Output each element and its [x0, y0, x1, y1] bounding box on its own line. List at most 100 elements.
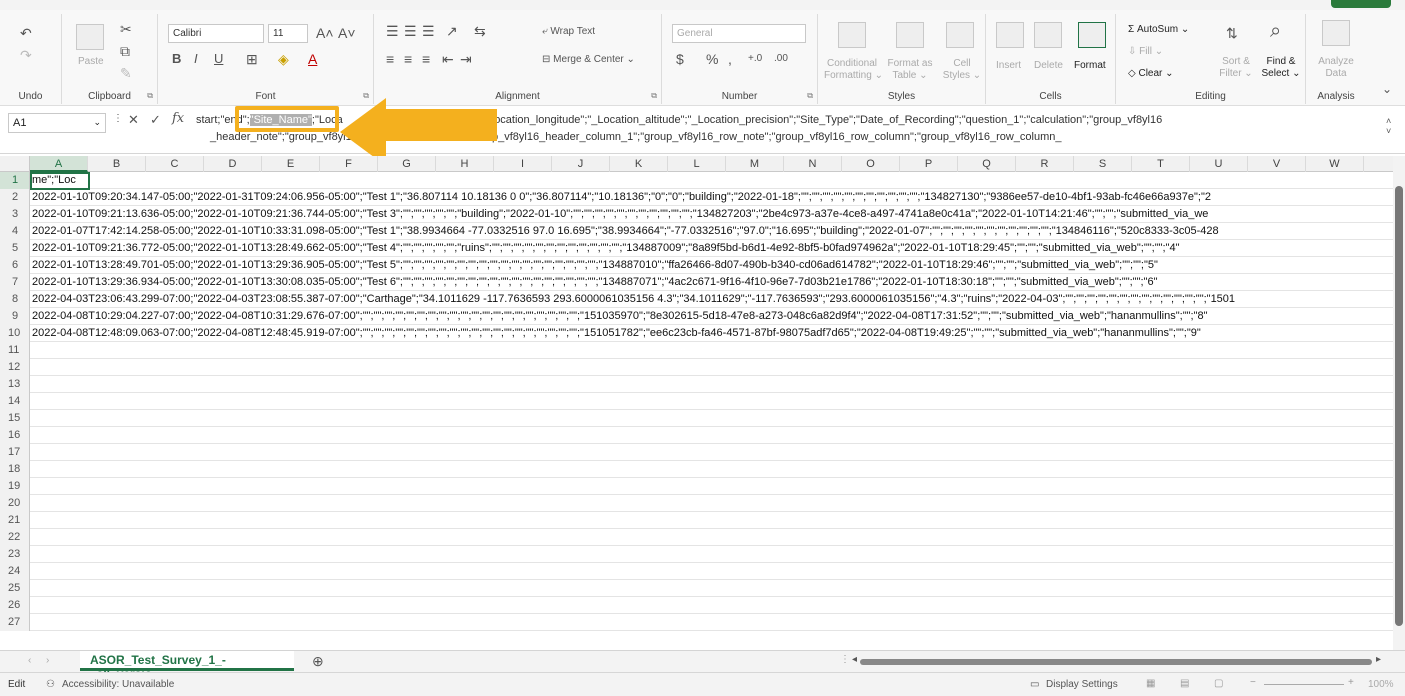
column-header-l[interactable]: L — [668, 156, 726, 172]
column-header-p[interactable]: P — [900, 156, 958, 172]
row-cell[interactable]: me";"Loc — [32, 172, 1393, 189]
share-button[interactable] — [1331, 0, 1391, 8]
align-right-icon[interactable]: ≡ — [422, 52, 430, 66]
comma-icon[interactable]: , — [728, 52, 732, 66]
merge-center-button[interactable]: ⊟ Merge & Center ⌄ — [542, 54, 635, 65]
fill-color-icon[interactable]: ◈ — [278, 52, 289, 66]
column-header-d[interactable]: D — [204, 156, 262, 172]
format-as-table-button[interactable]: Format as Table ⌄ — [882, 58, 938, 82]
number-launcher-icon[interactable]: ⧉ — [807, 91, 813, 101]
expand-formula-icon[interactable]: ˄ ˅ — [1386, 116, 1391, 136]
prev-sheet-icon[interactable]: ‹ — [28, 655, 31, 666]
column-header-v[interactable]: V — [1248, 156, 1306, 172]
vertical-scroll-thumb[interactable] — [1395, 186, 1403, 626]
italic-icon[interactable]: I — [194, 52, 198, 66]
row-cell[interactable]: 2022-01-10T09:21:36.772-05:00;"2022-01-1… — [32, 240, 1393, 257]
row-cell[interactable]: 2022-04-08T12:48:09.063-07:00;"2022-04-0… — [32, 325, 1393, 342]
clear-button[interactable]: ◇ Clear ⌄ — [1128, 68, 1174, 79]
row-cell[interactable] — [32, 427, 1393, 444]
undo-icon[interactable]: ↶ — [20, 26, 32, 40]
row-cell[interactable]: 2022-01-10T13:29:36.934-05:00;"2022-01-1… — [32, 274, 1393, 291]
row-cell[interactable] — [32, 512, 1393, 529]
font-name-select[interactable]: Calibri — [168, 24, 264, 43]
row-cell[interactable]: 2022-01-10T13:28:49.701-05:00;"2022-01-1… — [32, 257, 1393, 274]
cut-icon[interactable]: ✂ — [120, 22, 132, 36]
row-cell[interactable] — [32, 393, 1393, 410]
enter-icon[interactable]: ✓ — [150, 112, 161, 128]
cell-styles-button[interactable]: Cell Styles ⌄ — [940, 58, 984, 82]
row-header[interactable]: 4 — [0, 223, 30, 240]
row-cell[interactable] — [32, 444, 1393, 461]
row-cell[interactable] — [32, 359, 1393, 376]
top-align-icon[interactable]: ☰ — [386, 24, 399, 38]
name-box-dropdown-icon[interactable]: ⌄ — [93, 117, 101, 128]
column-header-t[interactable]: T — [1132, 156, 1190, 172]
column-header-f[interactable]: F — [320, 156, 378, 172]
percent-icon[interactable]: % — [706, 52, 718, 66]
row-header[interactable]: 13 — [0, 376, 30, 393]
row-header[interactable]: 1 — [0, 172, 30, 189]
copy-icon[interactable]: ⧉ — [120, 44, 130, 58]
horizontal-scroll-thumb[interactable] — [860, 659, 1372, 665]
row-header[interactable]: 21 — [0, 512, 30, 529]
select-all-corner[interactable] — [0, 156, 30, 172]
wrap-text-button[interactable]: ⤶ Wrap Text — [542, 26, 595, 37]
bottom-align-icon[interactable]: ☰ — [422, 24, 435, 38]
column-header-n[interactable]: N — [784, 156, 842, 172]
row-cell[interactable] — [32, 410, 1393, 427]
align-left-icon[interactable]: ≡ — [386, 52, 394, 66]
fill-button[interactable]: ⇩ Fill ⌄ — [1128, 46, 1163, 57]
decrease-decimal-icon[interactable]: .00 — [774, 52, 788, 66]
row-header[interactable]: 15 — [0, 410, 30, 427]
rtl-icon[interactable]: ⇆ — [474, 24, 486, 38]
row-header[interactable]: 14 — [0, 393, 30, 410]
column-header-e[interactable]: E — [262, 156, 320, 172]
row-header[interactable]: 27 — [0, 614, 30, 631]
row-cell[interactable] — [32, 597, 1393, 614]
column-header-q[interactable]: Q — [958, 156, 1016, 172]
align-center-icon[interactable]: ≡ — [404, 52, 412, 66]
page-break-icon[interactable]: ▢ — [1214, 678, 1223, 689]
display-settings-button[interactable]: Display Settings — [1046, 679, 1118, 690]
middle-align-icon[interactable]: ☰ — [404, 24, 417, 38]
row-header[interactable]: 8 — [0, 291, 30, 308]
font-size-select[interactable]: 11 — [268, 24, 308, 43]
increase-font-icon[interactable]: A˄ — [316, 26, 334, 40]
row-cell[interactable]: 2022-01-07T17:42:14.258-05:00;"2022-01-1… — [32, 223, 1393, 240]
row-cell[interactable] — [32, 376, 1393, 393]
sort-filter-button[interactable]: Sort & Filter ⌄ — [1216, 56, 1256, 80]
orientation-icon[interactable]: ↗ — [446, 24, 458, 38]
bold-icon[interactable]: B — [172, 52, 181, 66]
row-cell[interactable] — [32, 342, 1393, 359]
column-header-u[interactable]: U — [1190, 156, 1248, 172]
column-header-k[interactable]: K — [610, 156, 668, 172]
format-button[interactable]: Format — [1074, 60, 1106, 71]
row-cell[interactable] — [32, 563, 1393, 580]
normal-view-icon[interactable]: ▦ — [1146, 678, 1155, 689]
vertical-scrollbar[interactable] — [1393, 156, 1405, 650]
delete-button[interactable]: Delete — [1034, 60, 1063, 71]
column-header-h[interactable]: H — [436, 156, 494, 172]
alignment-launcher-icon[interactable]: ⧉ — [651, 91, 657, 101]
find-select-button[interactable]: Find & Select ⌄ — [1260, 56, 1302, 80]
row-header[interactable]: 24 — [0, 563, 30, 580]
zoom-out-icon[interactable]: − — [1250, 677, 1256, 688]
clipboard-launcher-icon[interactable]: ⧉ — [147, 91, 153, 101]
row-header[interactable]: 3 — [0, 206, 30, 223]
decrease-indent-icon[interactable]: ⇤ — [442, 52, 454, 66]
paste-icon[interactable] — [76, 24, 104, 50]
number-format-select[interactable]: General — [672, 24, 806, 43]
row-header[interactable]: 19 — [0, 478, 30, 495]
column-header-j[interactable]: J — [552, 156, 610, 172]
row-cell[interactable]: 2022-01-10T09:21:13.636-05:00;"2022-01-1… — [32, 206, 1393, 223]
analyze-data-button[interactable]: Analyze Data — [1312, 56, 1360, 80]
autosum-button[interactable]: Σ AutoSum ⌄ — [1128, 24, 1189, 35]
zoom-slider[interactable] — [1264, 684, 1344, 685]
row-header[interactable]: 5 — [0, 240, 30, 257]
zoom-in-icon[interactable]: + — [1348, 677, 1354, 688]
underline-icon[interactable]: U — [214, 52, 223, 66]
row-header[interactable]: 6 — [0, 257, 30, 274]
insert-button[interactable]: Insert — [996, 60, 1021, 71]
row-header[interactable]: 20 — [0, 495, 30, 512]
row-header[interactable]: 25 — [0, 580, 30, 597]
